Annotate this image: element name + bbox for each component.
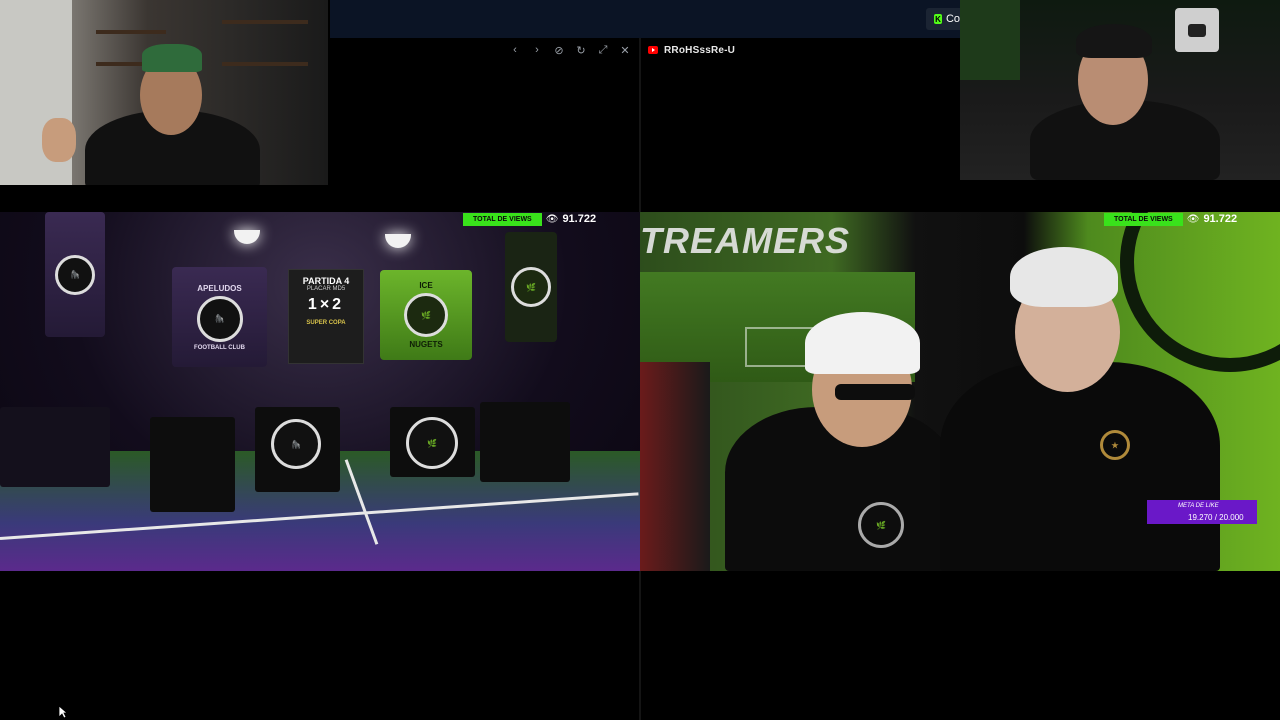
ice-name: ICE bbox=[419, 281, 433, 290]
sunglasses bbox=[835, 384, 915, 400]
like-goal-overlay: META DE LIKE 19.270 / 20.000 bbox=[1147, 500, 1257, 524]
views-count: 91.722 bbox=[562, 213, 597, 225]
ice-nugets-badge: 🌿 bbox=[404, 293, 448, 337]
play-button-icon bbox=[1188, 23, 1206, 37]
views-overlay: TOTAL DE VIEWS 👁 91.722 bbox=[463, 212, 596, 226]
views-count: 91.722 bbox=[1203, 213, 1238, 225]
apeludos-badge: 🦍 bbox=[55, 254, 95, 295]
ice-desk-badge: 🌿 bbox=[406, 417, 458, 469]
eye-icon: 👁 bbox=[1186, 213, 1200, 225]
youtube-play-button-award bbox=[1175, 8, 1219, 52]
apeludos-sub: FOOTBALL CLUB bbox=[194, 344, 245, 351]
kick-channel-button[interactable]: K Co bbox=[926, 8, 960, 30]
gaming-desk bbox=[0, 407, 110, 487]
multistream-viewer: K Co ‹ › ⊘ ↻ ⤢ ✕ RRoHSssRe-U 🦍 APELUDOS … bbox=[0, 0, 1280, 720]
kick-icon: K bbox=[934, 14, 942, 24]
mouse-cursor-icon bbox=[58, 705, 68, 719]
gaming-desk bbox=[480, 402, 570, 482]
apeludos-desk: 🦍 bbox=[255, 407, 340, 492]
studio-lamp bbox=[385, 234, 411, 248]
streamers-backdrop-text: TREAMERS bbox=[640, 220, 851, 261]
shirt-crest-badge: ★ bbox=[1100, 430, 1130, 460]
apeludos-badge: 🦍 bbox=[196, 295, 243, 342]
ice-nugets-badge: 🌿 bbox=[511, 267, 551, 307]
ice-desk: 🌿 bbox=[390, 407, 475, 477]
shelf bbox=[222, 20, 308, 24]
shelf bbox=[222, 62, 308, 66]
like-goal-value: 19.270 / 20.000 bbox=[1188, 513, 1244, 522]
scoreboard-score: 1×2 bbox=[307, 296, 345, 313]
platinum-hair bbox=[1010, 247, 1118, 307]
apeludos-banner-left: 🦍 bbox=[45, 212, 105, 337]
scoreboard-placar: PLACAR MD5 bbox=[306, 286, 346, 292]
webcam-left bbox=[0, 0, 328, 185]
left-pane-header: ‹ › ⊘ ↻ ⤢ ✕ bbox=[330, 38, 640, 62]
streamer-hair bbox=[1076, 24, 1152, 58]
left-stream-video[interactable]: 🦍 APELUDOS 🦍 FOOTBALL CLUB PARTIDA 4 PLA… bbox=[0, 212, 640, 571]
gaming-desk bbox=[150, 417, 235, 512]
expand-icon[interactable]: ⤢ bbox=[596, 43, 610, 57]
nugets-name: NUGETS bbox=[409, 340, 443, 349]
ice-nugets-shirt-badge: 🌿 bbox=[858, 502, 904, 548]
ice-nugets-banner: ICE 🌿 NUGETS bbox=[380, 270, 472, 360]
hide-chat-icon[interactable]: ⊘ bbox=[552, 43, 566, 57]
refresh-icon[interactable]: ↻ bbox=[574, 43, 588, 57]
apeludos-name: APELUDOS bbox=[197, 283, 242, 293]
chevron-right-icon[interactable]: › bbox=[530, 43, 544, 57]
right-pane-header: RRoHSssRe-U bbox=[640, 38, 960, 62]
guest-right-body bbox=[940, 362, 1220, 571]
studio-lamp bbox=[234, 230, 260, 244]
webcam-right bbox=[960, 0, 1280, 180]
views-tag: TOTAL DE VIEWS bbox=[463, 212, 542, 226]
scoreboard-partida: PARTIDA 4 bbox=[302, 276, 350, 286]
app-topbar bbox=[330, 0, 960, 38]
chevron-left-icon[interactable]: ‹ bbox=[508, 43, 522, 57]
ice-nugets-backdrop-logo bbox=[1120, 212, 1280, 372]
views-tag: TOTAL DE VIEWS bbox=[1104, 212, 1183, 226]
shelf bbox=[96, 30, 166, 34]
ice-nugets-banner-right: 🌿 bbox=[505, 232, 557, 342]
scoreboard-cup: SUPER COPA bbox=[306, 320, 346, 326]
green-cap bbox=[142, 44, 202, 72]
apeludos-banner: APELUDOS 🦍 FOOTBALL CLUB bbox=[172, 267, 267, 367]
eye-icon: 👁 bbox=[545, 213, 559, 225]
video-id-label[interactable]: RRoHSssRe-U bbox=[664, 45, 735, 56]
match-scoreboard: PARTIDA 4 PLACAR MD5 1×2 SUPER COPA bbox=[288, 269, 364, 364]
white-cap bbox=[805, 312, 920, 374]
jersey-rack bbox=[960, 0, 1020, 80]
kick-channel-label: Co bbox=[945, 13, 960, 25]
close-icon[interactable]: ✕ bbox=[618, 43, 632, 57]
youtube-icon bbox=[648, 46, 658, 54]
backdrop-panel bbox=[640, 362, 710, 571]
like-goal-title: META DE LIKE bbox=[1178, 503, 1219, 509]
views-overlay: TOTAL DE VIEWS 👁 91.722 bbox=[1104, 212, 1237, 226]
apeludos-desk-badge: 🦍 bbox=[271, 419, 321, 469]
streamer-hand bbox=[42, 118, 76, 162]
